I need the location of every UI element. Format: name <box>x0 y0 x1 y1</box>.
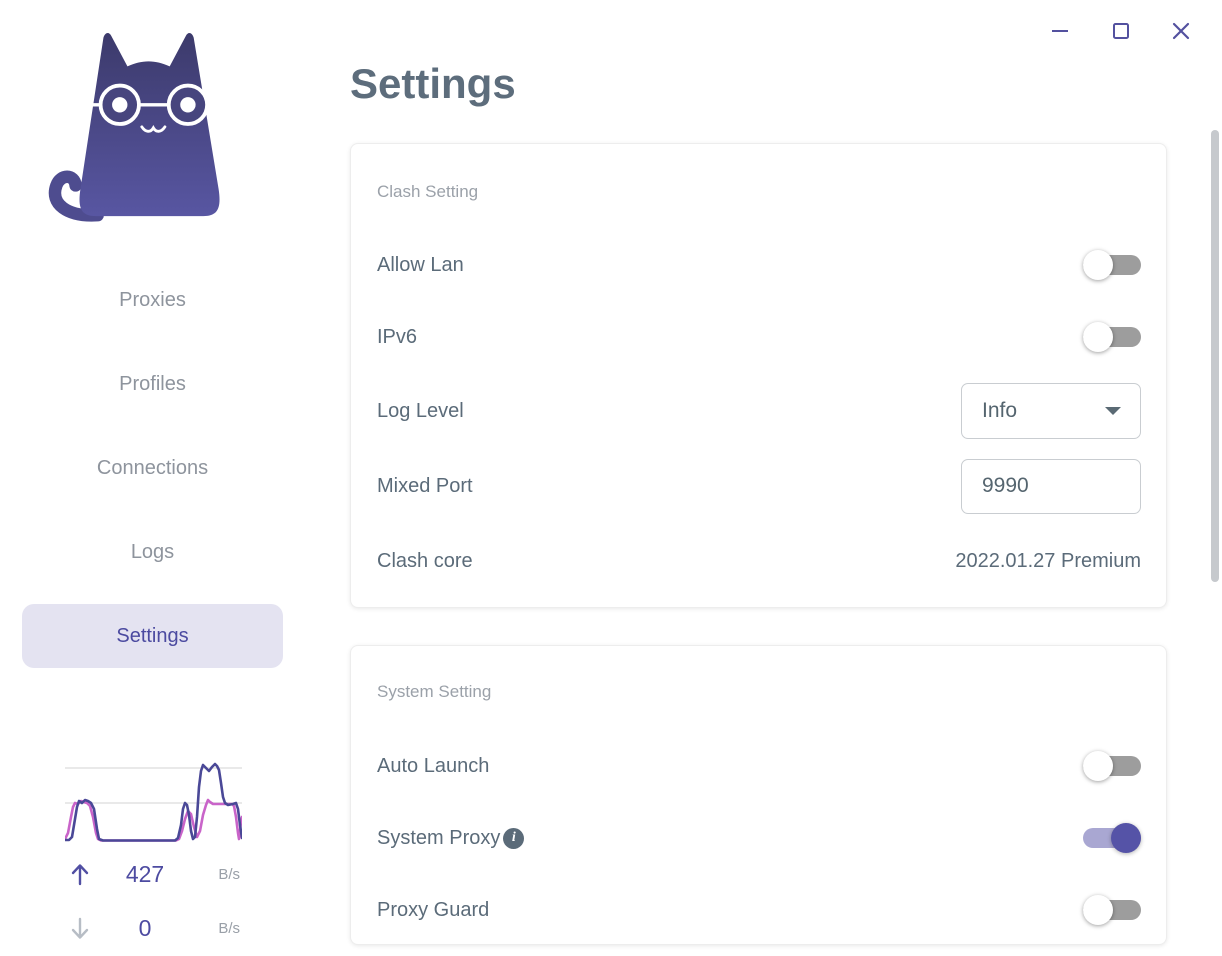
info-icon: i <box>503 827 525 849</box>
maximize-button[interactable] <box>1107 17 1135 45</box>
upload-speed-value: 427 <box>125 860 165 887</box>
allow-lan-toggle[interactable] <box>1083 250 1141 280</box>
toggle-knob <box>1111 823 1141 853</box>
clash-setting-header: Clash Setting <box>377 182 479 201</box>
minimize-button[interactable] <box>1046 17 1074 45</box>
system-proxy-toggle[interactable] <box>1083 823 1141 853</box>
upload-stat-row: 427 B/s <box>70 858 240 890</box>
system-proxy-label: System Proxy i <box>377 826 525 850</box>
system-setting-card: System Setting Auto Launch System Proxy … <box>350 645 1167 945</box>
setting-row-ipv6: IPv6 <box>377 307 1141 367</box>
download-speed-unit: B/s <box>218 919 240 937</box>
traffic-sparkline <box>63 762 244 842</box>
maximize-icon <box>1113 23 1129 39</box>
system-proxy-label-text: System Proxy <box>377 826 501 849</box>
sidebar-item-proxies[interactable]: Proxies <box>22 268 283 332</box>
nav-label: Settings <box>116 624 189 647</box>
nav-label: Proxies <box>119 288 186 311</box>
log-level-selected-value: Info <box>982 399 1018 422</box>
setting-row-proxy-guard: Proxy Guard <box>377 880 1141 940</box>
page-title: Settings <box>350 60 516 107</box>
setting-row-log-level: Log Level Info <box>377 381 1141 441</box>
auto-launch-label: Auto Launch <box>377 754 490 777</box>
proxy-guard-toggle[interactable] <box>1083 895 1141 925</box>
clash-cat-logo <box>42 26 234 222</box>
traffic-graph <box>63 757 244 848</box>
download-speed-value: 0 <box>138 914 152 941</box>
chevron-down-icon <box>1105 407 1121 415</box>
nav-label: Logs <box>130 540 175 563</box>
vertical-scrollbar-thumb[interactable] <box>1211 130 1219 582</box>
system-setting-header: System Setting <box>377 682 492 701</box>
auto-launch-toggle[interactable] <box>1083 751 1141 781</box>
cat-mascot-icon <box>48 33 221 222</box>
toggle-knob <box>1083 751 1113 781</box>
upload-arrow-icon <box>70 863 104 886</box>
setting-row-mixed-port: Mixed Port <box>377 456 1141 516</box>
clash-core-label: Clash core <box>377 549 473 572</box>
setting-row-auto-launch: Auto Launch <box>377 736 1141 796</box>
ipv6-toggle[interactable] <box>1083 322 1141 352</box>
setting-row-system-proxy: System Proxy i <box>377 808 1141 868</box>
mixed-port-input[interactable] <box>961 458 1141 514</box>
sidebar-item-settings[interactable]: Settings <box>22 604 283 668</box>
sidebar-item-profiles[interactable]: Profiles <box>22 352 283 416</box>
nav-label: Profiles <box>119 372 186 395</box>
allow-lan-label: Allow Lan <box>377 253 464 276</box>
upload-speed-unit: B/s <box>218 865 240 883</box>
sidebar-item-logs[interactable]: Logs <box>22 520 283 584</box>
clash-core-version: 2022.01.27 Premium <box>955 549 1141 572</box>
proxy-guard-label: Proxy Guard <box>377 898 490 921</box>
download-arrow-icon <box>70 917 104 940</box>
nav-label: Connections <box>96 456 209 479</box>
download-stat-row: 0 B/s <box>70 912 240 944</box>
clash-setting-card: Clash Setting Allow Lan IPv6 Log Level I… <box>350 143 1167 608</box>
ipv6-label: IPv6 <box>377 325 418 348</box>
toggle-knob <box>1083 895 1113 925</box>
toggle-knob <box>1083 322 1113 352</box>
mixed-port-label: Mixed Port <box>377 474 473 497</box>
log-level-label: Log Level <box>377 399 464 422</box>
minimize-icon <box>1052 30 1068 32</box>
setting-row-clash-core: Clash core 2022.01.27 Premium <box>377 531 1141 591</box>
sidebar-item-connections[interactable]: Connections <box>22 436 283 500</box>
setting-row-allow-lan: Allow Lan <box>377 235 1141 295</box>
close-button[interactable] <box>1167 17 1195 45</box>
toggle-knob <box>1083 250 1113 280</box>
log-level-select[interactable]: Info <box>961 383 1141 439</box>
clash-for-windows-app: { "window": { "controls": [ { "icon": "m… <box>0 0 1222 956</box>
close-icon <box>1172 22 1190 40</box>
